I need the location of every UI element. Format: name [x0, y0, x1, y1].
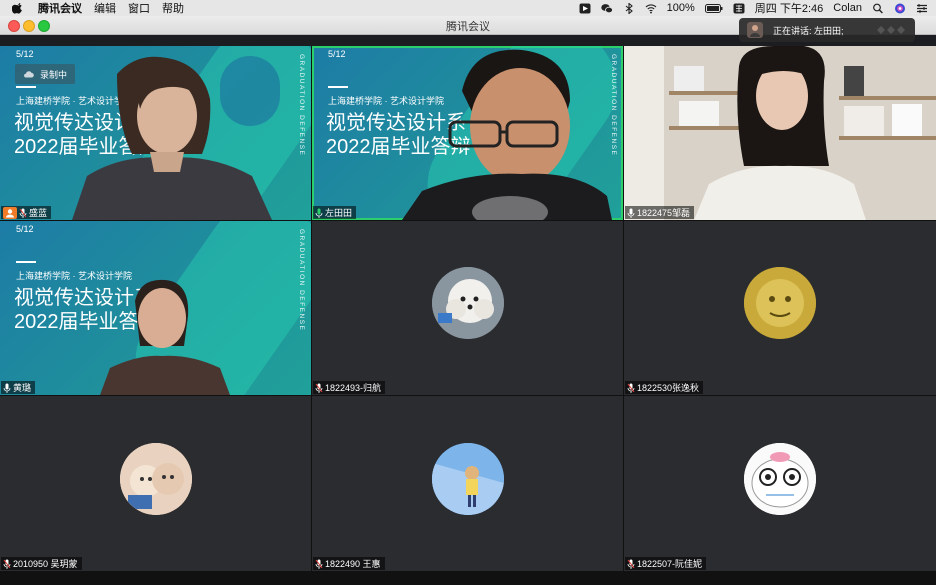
wifi-icon[interactable] — [645, 3, 657, 14]
video-tile-7[interactable]: 2010950 吴玥蒙 — [0, 396, 311, 571]
battery-icon[interactable] — [704, 3, 723, 14]
slide-vertical-text: GRADUATION DEFENSE — [298, 229, 305, 332]
mic-icon[interactable] — [3, 383, 11, 393]
participant-video — [402, 49, 612, 220]
mic-muted-icon[interactable] — [19, 208, 27, 218]
control-center-icon[interactable] — [916, 3, 928, 14]
sound-wave-icon — [877, 26, 905, 34]
dog-avatar-image — [432, 267, 504, 339]
slide-date: 5/12 — [16, 224, 34, 234]
menubar: 腾讯会议 编辑 窗口 帮助 100% 周四 下午2:46 Colan — [0, 0, 936, 16]
speaking-indicator[interactable]: 正在讲话: 左田田; — [739, 18, 915, 42]
participant-name-tag: 左田田 — [313, 206, 357, 219]
participant-name: 1822493-归航 — [325, 383, 382, 393]
user-name[interactable]: Colan — [833, 2, 862, 14]
participant-name: 黄璐 — [13, 383, 32, 393]
host-icon — [3, 206, 17, 219]
avatar — [744, 443, 816, 515]
slide-rule — [16, 261, 36, 263]
clock-datetime[interactable]: 周四 下午2:46 — [755, 0, 823, 16]
cloud-icon — [24, 71, 34, 78]
speaker-avatar — [747, 22, 763, 38]
siri-icon[interactable] — [894, 3, 906, 14]
apple-icon[interactable] — [12, 2, 24, 14]
slide-date: 5/12 — [328, 49, 346, 59]
participant-name: 左田田 — [325, 208, 353, 218]
screen-share-icon[interactable] — [579, 3, 591, 14]
participant-name: 1822530张逸秋 — [637, 383, 700, 393]
participant-name-tag: 1822493-归航 — [313, 381, 386, 394]
participant-video — [72, 56, 272, 220]
search-icon[interactable] — [872, 3, 884, 14]
golden-statue-avatar-image — [744, 267, 816, 339]
mic-muted-icon[interactable] — [315, 383, 323, 393]
video-tile-5[interactable]: 1822493-归航 — [312, 221, 623, 395]
bottom-edge — [0, 571, 936, 585]
avatar — [120, 443, 192, 515]
mic-icon[interactable] — [627, 208, 635, 218]
participant-video — [100, 279, 230, 395]
menu-help[interactable]: 帮助 — [162, 0, 184, 16]
participant-name-tag: 1822507-阮佳妮 — [625, 557, 707, 570]
participant-name-tag: 1822490 王惠 — [313, 557, 385, 570]
video-grid: 5/12 录制中 上海建桥学院 · 艺术设计学院 视觉传达设计系 2022届毕业… — [0, 46, 936, 571]
participant-name-tag: 1822475邹磊 — [625, 206, 695, 219]
video-tile-2[interactable]: 5/12 上海建桥学院 · 艺术设计学院 视觉传达设计系 2022届毕业答辩 G… — [312, 46, 623, 220]
cartoon-face-avatar-image — [744, 443, 816, 515]
video-tile-1[interactable]: 5/12 录制中 上海建桥学院 · 艺术设计学院 视觉传达设计系 2022届毕业… — [0, 46, 311, 220]
avatar — [432, 267, 504, 339]
participant-name-tag: 盛蓝 — [1, 206, 52, 219]
video-tile-8[interactable]: 1822490 王惠 — [312, 396, 623, 571]
participant-name-tag: 2010950 吴玥蒙 — [1, 557, 82, 570]
slide-vertical-text: GRADUATION DEFENSE — [298, 54, 305, 157]
video-tile-9[interactable]: 1822507-阮佳妮 — [624, 396, 936, 571]
bluetooth-icon[interactable] — [623, 2, 635, 14]
slide-date: 5/12 — [16, 49, 34, 59]
input-method-icon[interactable] — [733, 3, 745, 14]
video-tile-4[interactable]: 5/12 上海建桥学院 · 艺术设计学院 视觉传达设计系 2022届毕业答辩 G… — [0, 221, 311, 395]
mic-muted-icon[interactable] — [627, 383, 635, 393]
battery-percent: 100% — [666, 2, 695, 14]
participant-name: 盛蓝 — [29, 208, 48, 218]
participant-name-tag: 1822530张逸秋 — [625, 381, 704, 394]
menu-app-name[interactable]: 腾讯会议 — [38, 0, 82, 16]
mic-muted-icon[interactable] — [3, 559, 11, 569]
mic-muted-icon[interactable] — [315, 559, 323, 569]
avatar — [744, 267, 816, 339]
wechat-icon[interactable] — [600, 3, 613, 14]
participant-name: 1822475邹磊 — [637, 208, 691, 218]
participant-video — [624, 46, 936, 220]
slide-rule — [328, 86, 348, 88]
participant-name: 2010950 吴玥蒙 — [13, 559, 78, 569]
speaking-label: 正在讲话: 左田田; — [773, 25, 844, 36]
avatar — [432, 443, 504, 515]
participant-name: 1822490 王惠 — [325, 559, 381, 569]
participant-name: 1822507-阮佳妮 — [637, 559, 703, 569]
video-tile-6[interactable]: 1822530张逸秋 — [624, 221, 936, 395]
menu-window[interactable]: 窗口 — [128, 0, 150, 16]
plush-toys-avatar-image — [120, 443, 192, 515]
menu-edit[interactable]: 编辑 — [94, 0, 116, 16]
sky-photo-avatar-image — [432, 443, 504, 515]
mic-active-icon[interactable] — [315, 208, 323, 218]
mic-muted-icon[interactable] — [627, 559, 635, 569]
participant-name-tag: 黄璐 — [1, 381, 36, 394]
status-area: 100% 周四 下午2:46 Colan — [579, 0, 928, 16]
video-tile-3[interactable]: 1822475邹磊 — [624, 46, 936, 220]
slide-rule — [16, 86, 36, 88]
